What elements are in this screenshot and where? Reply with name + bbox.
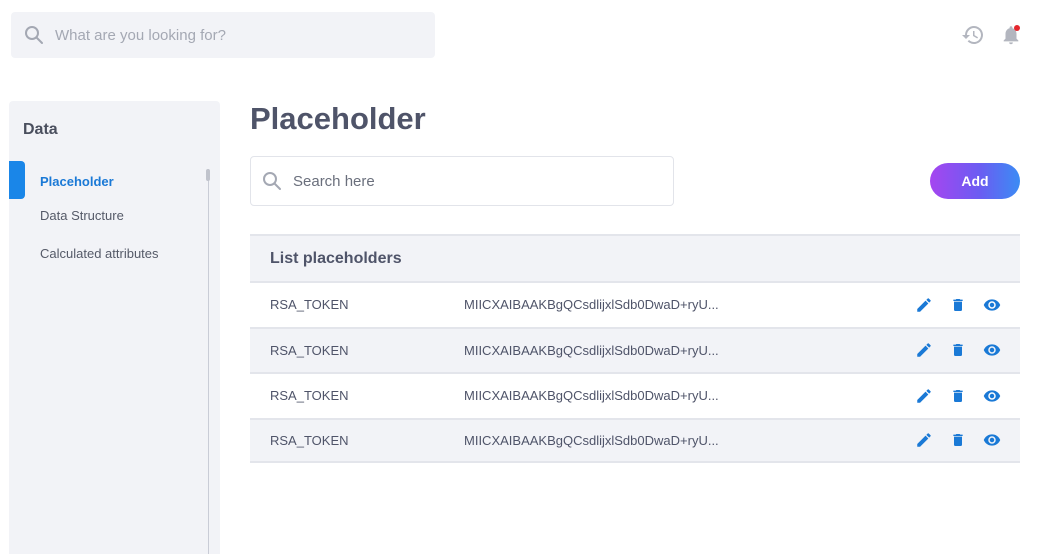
edit-icon[interactable] <box>914 386 934 406</box>
history-icon[interactable] <box>961 23 985 47</box>
search-icon <box>261 170 283 192</box>
delete-icon[interactable] <box>948 386 968 406</box>
placeholder-name: RSA_TOKEN <box>270 342 349 358</box>
placeholder-search-input[interactable] <box>293 172 653 190</box>
search-icon <box>23 24 45 46</box>
sidebar-item-placeholder[interactable]: Placeholder <box>40 174 114 189</box>
sidebar-scrollbar-thumb[interactable] <box>206 169 210 181</box>
view-icon[interactable] <box>982 430 1002 450</box>
page-title: Placeholder <box>250 101 426 136</box>
edit-icon[interactable] <box>914 430 934 450</box>
delete-icon[interactable] <box>948 295 968 315</box>
placeholder-value: MIICXAIBAAKBgQCsdlijxlSdb0DwaD+ryU... <box>464 432 719 448</box>
global-search[interactable] <box>11 12 435 58</box>
header-actions <box>961 23 1023 47</box>
placeholder-value: MIICXAIBAAKBgQCsdlijxlSdb0DwaD+ryU... <box>464 388 719 404</box>
global-search-input[interactable] <box>55 26 415 44</box>
view-icon[interactable] <box>982 295 1002 315</box>
table-row: RSA_TOKEN MIICXAIBAAKBgQCsdlijxlSdb0DwaD… <box>250 417 1020 463</box>
sidebar-scrollbar-track[interactable] <box>208 169 209 554</box>
add-button[interactable]: Add <box>930 163 1020 199</box>
notification-badge <box>1014 25 1020 31</box>
placeholder-name: RSA_TOKEN <box>270 297 349 313</box>
placeholder-list: List placeholders RSA_TOKEN MIICXAIBAAKB… <box>250 234 1020 463</box>
table-row: RSA_TOKEN MIICXAIBAAKBgQCsdlijxlSdb0DwaD… <box>250 326 1020 372</box>
placeholder-name: RSA_TOKEN <box>270 432 349 448</box>
sidebar: Data Placeholder Data Structure Calculat… <box>9 101 220 554</box>
sidebar-item-calculated-attributes[interactable]: Calculated attributes <box>40 246 159 261</box>
placeholder-search[interactable] <box>250 156 674 206</box>
notification-bell-icon[interactable] <box>999 23 1023 47</box>
list-title: List placeholders <box>250 234 1020 281</box>
placeholder-value: MIICXAIBAAKBgQCsdlijxlSdb0DwaD+ryU... <box>464 342 719 358</box>
active-indicator <box>9 161 25 199</box>
placeholder-value: MIICXAIBAAKBgQCsdlijxlSdb0DwaD+ryU... <box>464 297 719 313</box>
edit-icon[interactable] <box>914 340 934 360</box>
delete-icon[interactable] <box>948 430 968 450</box>
sidebar-title: Data <box>23 121 58 138</box>
sidebar-item-data-structure[interactable]: Data Structure <box>40 208 124 223</box>
placeholder-name: RSA_TOKEN <box>270 388 349 404</box>
edit-icon[interactable] <box>914 295 934 315</box>
table-row: RSA_TOKEN MIICXAIBAAKBgQCsdlijxlSdb0DwaD… <box>250 281 1020 327</box>
table-row: RSA_TOKEN MIICXAIBAAKBgQCsdlijxlSdb0DwaD… <box>250 372 1020 418</box>
delete-icon[interactable] <box>948 340 968 360</box>
view-icon[interactable] <box>982 340 1002 360</box>
view-icon[interactable] <box>982 386 1002 406</box>
